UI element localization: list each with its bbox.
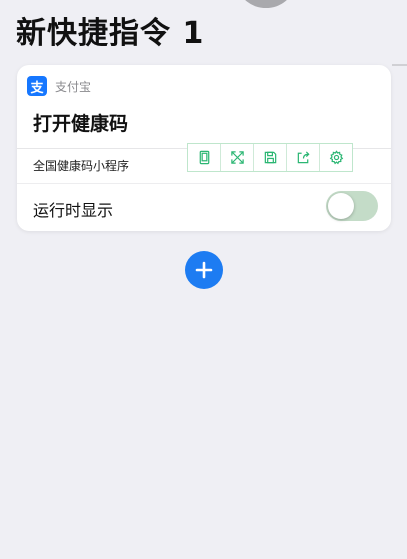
phone-frame-icon [199, 150, 209, 165]
divider [17, 183, 391, 184]
share-icon [297, 151, 310, 164]
expand-button[interactable] [221, 144, 254, 171]
card-header: 支 支付宝 [27, 76, 91, 96]
floating-toolbar [187, 143, 353, 172]
save-button[interactable] [254, 144, 287, 171]
edge-divider [392, 64, 407, 66]
settings-button[interactable] [320, 144, 352, 171]
avatar[interactable] [239, 0, 293, 8]
show-when-run-toggle[interactable] [326, 191, 378, 221]
gear-icon [329, 150, 343, 165]
app-name: 支付宝 [55, 79, 92, 94]
action-subtitle: 全国健康码小程序 [33, 159, 130, 173]
save-icon [264, 151, 276, 164]
show-when-run-label: 运行时显示 [33, 201, 114, 220]
alipay-icon: 支 [27, 76, 47, 96]
toggle-knob[interactable] [328, 193, 354, 219]
page-title: 新快捷指令 1 [16, 16, 205, 51]
action-title: 打开健康码 [33, 113, 129, 135]
plus-icon [195, 261, 213, 279]
share-button[interactable] [287, 144, 320, 171]
add-action-button[interactable] [185, 251, 223, 289]
expand-arrows-icon [230, 151, 244, 164]
phone-frame-button[interactable] [188, 144, 221, 171]
